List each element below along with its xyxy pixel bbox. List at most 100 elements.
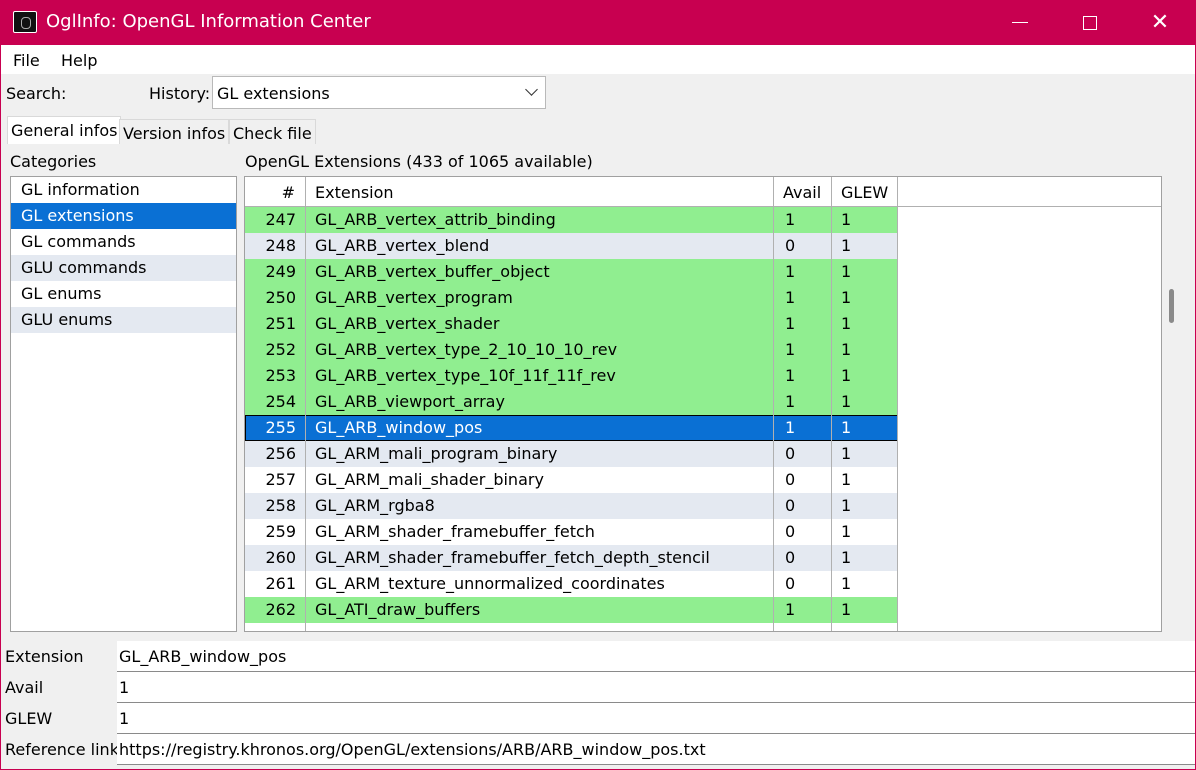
table-row[interactable]: 249 GL_ARB_vertex_buffer_object 1 1 xyxy=(245,259,898,285)
row-glew: 1 xyxy=(832,441,898,467)
table-row[interactable]: 253 GL_ARB_vertex_type_10f_11f_11f_rev 1… xyxy=(245,363,898,389)
row-glew: 1 xyxy=(832,467,898,493)
column-divider xyxy=(773,623,774,631)
detail-glew-field[interactable]: 1 xyxy=(117,703,1195,734)
row-extension: GL_ARM_shader_framebuffer_fetch xyxy=(306,519,774,545)
history-select[interactable]: GL extensions xyxy=(212,76,546,109)
tab-general-infos[interactable]: General infos xyxy=(7,116,122,145)
row-avail: 1 xyxy=(774,389,832,415)
row-extension: GL_ARB_viewport_array xyxy=(306,389,774,415)
row-glew: 1 xyxy=(832,233,898,259)
table-row-selected[interactable]: 255 GL_ARB_window_pos 1 1 xyxy=(245,415,898,441)
category-glu-commands[interactable]: GLU commands xyxy=(11,255,236,281)
row-avail: 1 xyxy=(774,207,832,233)
row-avail: 0 xyxy=(774,467,832,493)
details-panel: Extension GL_ARB_window_pos Avail 1 GLEW… xyxy=(1,641,1195,769)
menu-bar: File Help xyxy=(1,45,1195,74)
table-row[interactable]: 259 GL_ARM_shader_framebuffer_fetch 0 1 xyxy=(245,519,898,545)
table-row[interactable]: 257 GL_ARM_mali_shader_binary 0 1 xyxy=(245,467,898,493)
row-avail: 1 xyxy=(774,415,832,441)
close-button[interactable]: ✕ xyxy=(1125,0,1195,45)
tab-version-infos[interactable]: Version infos xyxy=(119,119,230,145)
row-glew: 1 xyxy=(832,337,898,363)
menu-help[interactable]: Help xyxy=(61,51,97,70)
client-area: File Help Search: History: GL extensions… xyxy=(1,45,1195,769)
table-row[interactable]: 260 GL_ARM_shader_framebuffer_fetch_dept… xyxy=(245,545,898,571)
column-divider xyxy=(305,623,306,631)
title-bar[interactable]: OglInfo: OpenGL Information Center ✕ xyxy=(0,0,1196,45)
row-num: 252 xyxy=(245,337,306,363)
row-extension: GL_ARM_texture_unnormalized_coordinates xyxy=(306,571,774,597)
column-divider xyxy=(897,623,898,631)
row-num: 256 xyxy=(245,441,306,467)
row-avail: 0 xyxy=(774,441,832,467)
category-gl-commands[interactable]: GL commands xyxy=(11,229,236,255)
row-num: 250 xyxy=(245,285,306,311)
table-row[interactable]: 250 GL_ARB_vertex_program 1 1 xyxy=(245,285,898,311)
row-avail: 1 xyxy=(774,285,832,311)
row-avail: 1 xyxy=(774,337,832,363)
row-glew: 1 xyxy=(832,389,898,415)
row-extension: GL_ARB_vertex_blend xyxy=(306,233,774,259)
extensions-table[interactable]: # Extension Avail GLEW 247 GL_ARB_vertex… xyxy=(244,176,1162,632)
row-num: 254 xyxy=(245,389,306,415)
column-header-glew[interactable]: GLEW xyxy=(832,177,898,207)
table-row[interactable]: 248 GL_ARB_vertex_blend 0 1 xyxy=(245,233,898,259)
row-glew: 1 xyxy=(832,285,898,311)
column-header-filler xyxy=(898,177,1161,207)
row-avail: 0 xyxy=(774,545,832,571)
category-glu-enums[interactable]: GLU enums xyxy=(11,307,236,333)
row-num: 262 xyxy=(245,597,306,623)
categories-list[interactable]: GL information GL extensions GL commands… xyxy=(10,176,237,632)
column-header-num[interactable]: # xyxy=(245,177,306,207)
row-avail: 0 xyxy=(774,571,832,597)
maximize-button[interactable] xyxy=(1055,0,1125,45)
row-extension: GL_ARB_vertex_program xyxy=(306,285,774,311)
category-gl-information[interactable]: GL information xyxy=(11,177,236,203)
row-num: 247 xyxy=(245,207,306,233)
row-avail: 0 xyxy=(774,493,832,519)
menu-file[interactable]: File xyxy=(13,51,40,70)
row-glew: 1 xyxy=(832,571,898,597)
category-gl-extensions[interactable]: GL extensions xyxy=(11,203,236,229)
row-extension: GL_ARM_shader_framebuffer_fetch_depth_st… xyxy=(306,545,774,571)
table-row[interactable]: 251 GL_ARB_vertex_shader 1 1 xyxy=(245,311,898,337)
scrollbar-thumb[interactable] xyxy=(1169,289,1174,323)
minimize-button[interactable] xyxy=(985,0,1055,45)
row-avail: 1 xyxy=(774,363,832,389)
row-avail: 1 xyxy=(774,311,832,337)
row-num: 257 xyxy=(245,467,306,493)
row-num: 253 xyxy=(245,363,306,389)
extensions-label: OpenGL Extensions (433 of 1065 available… xyxy=(245,152,593,171)
table-row[interactable]: 247 GL_ARB_vertex_attrib_binding 1 1 xyxy=(245,207,898,233)
table-row[interactable]: 261 GL_ARM_texture_unnormalized_coordina… xyxy=(245,571,898,597)
table-row[interactable]: 254 GL_ARB_viewport_array 1 1 xyxy=(245,389,898,415)
row-avail: 1 xyxy=(774,597,832,623)
detail-extension-label: Extension xyxy=(5,647,84,666)
row-num: 249 xyxy=(245,259,306,285)
row-num: 260 xyxy=(245,545,306,571)
chevron-down-icon xyxy=(525,83,538,96)
maximize-icon xyxy=(1083,15,1097,30)
row-extension: GL_ARM_rgba8 xyxy=(306,493,774,519)
column-header-avail[interactable]: Avail xyxy=(774,177,832,207)
column-header-extension[interactable]: Extension xyxy=(306,177,774,207)
table-row[interactable]: 256 GL_ARM_mali_program_binary 0 1 xyxy=(245,441,898,467)
detail-extension-field[interactable]: GL_ARB_window_pos xyxy=(117,641,1195,672)
app-window: OglInfo: OpenGL Information Center ✕ Fil… xyxy=(0,0,1196,770)
row-avail: 1 xyxy=(774,259,832,285)
detail-avail-field[interactable]: 1 xyxy=(117,672,1195,703)
row-extension: GL_ARB_vertex_type_2_10_10_10_rev xyxy=(306,337,774,363)
category-gl-enums[interactable]: GL enums xyxy=(11,281,236,307)
table-row[interactable]: 258 GL_ARM_rgba8 0 1 xyxy=(245,493,898,519)
table-row[interactable]: 252 GL_ARB_vertex_type_2_10_10_10_rev 1 … xyxy=(245,337,898,363)
detail-avail-label: Avail xyxy=(5,678,44,697)
window-scrollbar[interactable] xyxy=(1164,191,1178,627)
tab-check-file[interactable]: Check file xyxy=(229,119,316,145)
row-extension: GL_ATI_draw_buffers xyxy=(306,597,774,623)
column-divider xyxy=(831,623,832,631)
table-row[interactable]: 262 GL_ATI_draw_buffers 1 1 xyxy=(245,597,898,623)
row-num: 248 xyxy=(245,233,306,259)
detail-link-field[interactable]: https://registry.khronos.org/OpenGL/exte… xyxy=(117,734,1195,765)
row-glew: 1 xyxy=(832,519,898,545)
